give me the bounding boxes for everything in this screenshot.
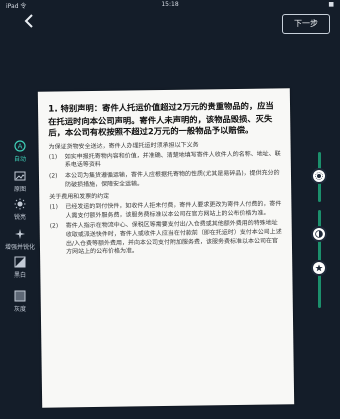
star-icon	[315, 264, 323, 272]
list-item: (1) 已经发运的到付快件，如收件人拒未付费，寄件人要求更改为寄件人付费的，寄件…	[49, 201, 281, 221]
contrast-icon	[315, 230, 323, 238]
svg-text:A: A	[18, 143, 23, 151]
chevron-left-icon	[24, 14, 33, 28]
tool-bright[interactable]: 锐亮	[4, 198, 36, 221]
sun-icon	[14, 198, 26, 210]
status-bar: iPad 令 15:18 ■	[0, 0, 340, 10]
obligations-list: (1) 如实申报托寄物内容和价值，并准确、清楚地填写寄件人收件人的名称、地址、联…	[49, 150, 281, 190]
list-item: (2) 本公司为集货遵循运输，寄件人应根据托寄物的性质(尤其是易碎品)，提供充分…	[49, 169, 281, 189]
tool-auto[interactable]: A 自动	[4, 140, 36, 163]
fees-list: (1) 已经发运的到付快件，如收件人拒未付费，寄件人要求更改为寄件人付费的，寄件…	[49, 201, 282, 258]
list-item-number: (2)	[48, 172, 58, 180]
brightness-slider-knob[interactable]	[311, 168, 327, 184]
special-declaration: 1. 特别声明：寄件人托运价值超过2万元的贵重物品的，应当在托运时向本公司声明。…	[48, 100, 280, 139]
battery-icon: ■	[328, 1, 334, 8]
tool-grayscale-label: 灰度	[13, 306, 26, 313]
bw-icon	[14, 256, 26, 268]
back-button[interactable]	[20, 14, 38, 32]
tool-bw-label: 黑白	[13, 272, 26, 279]
detail-slider-knob[interactable]	[311, 260, 327, 276]
list-item-text: 已经发运的到付快件，如收件人拒未付费，寄件人要求更改为寄件人付费的，寄件人需支付…	[65, 200, 282, 220]
obligations-intro: 为保证货物安全送达，寄件人办理托运时须承担以下义务	[48, 141, 199, 151]
tool-bright-label: 锐亮	[13, 214, 26, 221]
grayscale-icon	[14, 290, 26, 302]
brightness-icon	[315, 172, 323, 180]
clock: 15:18	[161, 1, 179, 8]
tool-grayscale[interactable]: 灰度	[4, 290, 36, 313]
next-step-button[interactable]: 下一步	[282, 14, 330, 34]
contrast-slider-knob[interactable]	[311, 226, 327, 242]
list-item: (2) 寄件人指示在物流中心、保税区等需要支付出/入仓费或其他额外费用的特殊地址…	[50, 220, 282, 258]
list-item-text: 本公司为集货遵循运输，寄件人应根据托寄物的性质(尤其是易碎品)，提供充分的防破损…	[64, 169, 280, 188]
scanned-document: 1. 特别声明：寄件人托运价值超过2万元的贵重物品的，应当在托运时向本公司声明。…	[37, 88, 295, 408]
tool-enhance-sharpen[interactable]: 增强并锐化	[4, 228, 36, 251]
tool-original-label: 原图	[13, 186, 26, 193]
tool-original[interactable]: 原图	[4, 170, 36, 193]
tool-black-white[interactable]: 黑白	[4, 256, 36, 279]
list-item-number: (1)	[49, 203, 58, 211]
heading-text: 特别声明：寄件人托运价值超过2万元的贵重物品的，应当在托运时向本公司声明。寄件人…	[48, 100, 274, 138]
heading-number: 1.	[47, 104, 58, 115]
list-item-text: 寄件人指示在物流中心、保税区等需要支付出/入仓费或其他额外费用的特殊地址收取或派…	[65, 219, 282, 256]
tool-enhance-label: 增强并锐化	[4, 244, 35, 251]
list-item-text: 如实申报托寄物内容和价值，并准确、清楚地填写寄件人收件人的名称、地址、联系电话等…	[64, 150, 281, 169]
auto-icon: A	[14, 140, 26, 152]
list-item-number: (2)	[49, 222, 59, 230]
list-item-number: (1)	[48, 153, 58, 161]
image-icon	[14, 171, 26, 181]
tool-auto-label: 自动	[13, 156, 26, 163]
list-item: (1) 如实申报托寄物内容和价值，并准确、清楚地填写寄件人收件人的名称、地址、联…	[49, 150, 281, 170]
sparkle-icon	[15, 229, 25, 239]
